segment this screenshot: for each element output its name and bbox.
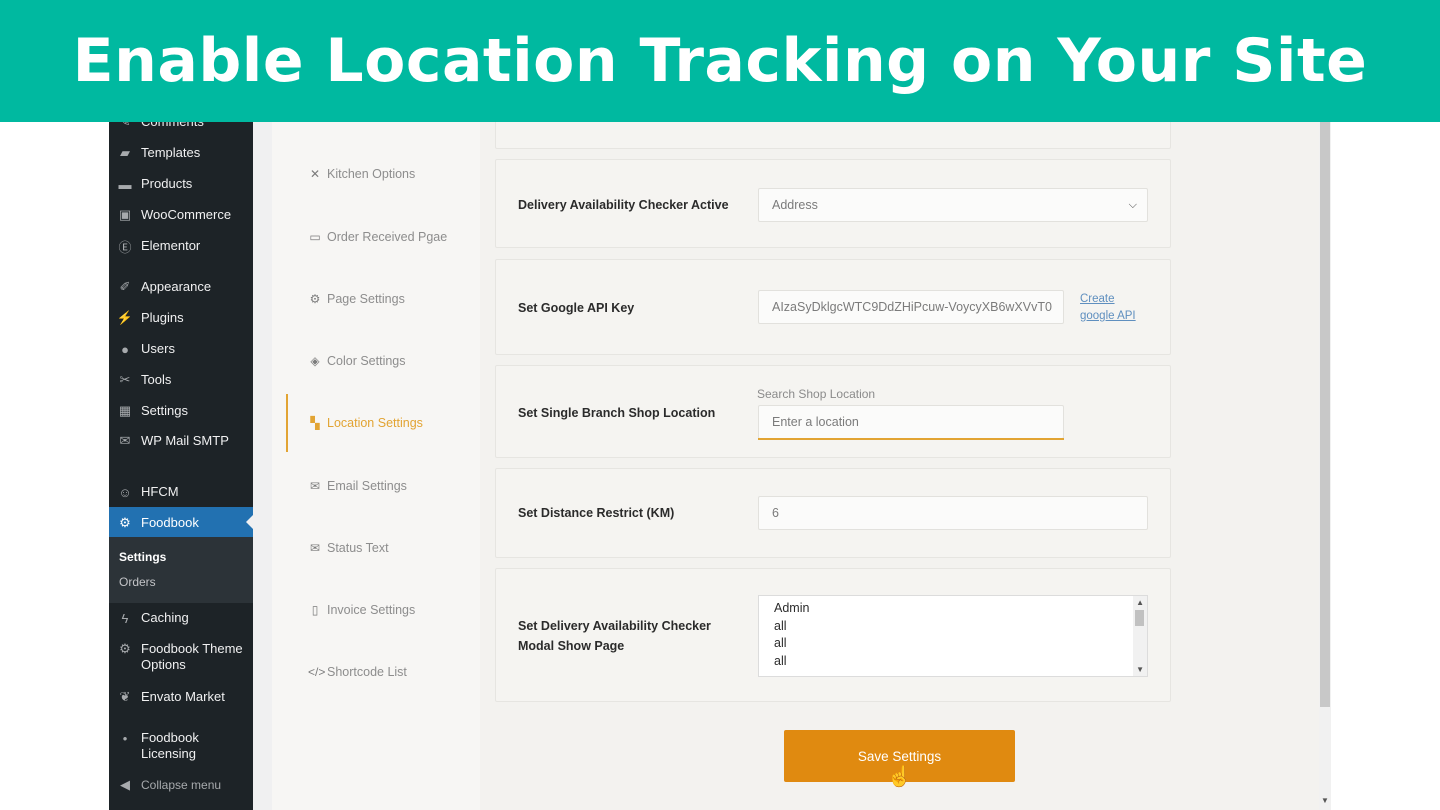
envelope-icon: ✉ — [309, 541, 321, 555]
chevron-down-icon: ⌵ — [1128, 199, 1137, 211]
distance-input[interactable]: 6 — [758, 496, 1148, 530]
user-icon: ● — [121, 341, 129, 357]
menu-item-templates[interactable]: ▰ Templates — [109, 145, 253, 161]
settings-card-previous — [495, 122, 1171, 149]
plug-icon: ⚡ — [116, 310, 134, 325]
delivery-checker-select[interactable]: Address ⌵ — [758, 188, 1148, 222]
settings-grid-icon: ▦ — [118, 403, 132, 418]
modal-page-label: Set Delivery Availability Checker Modal … — [518, 619, 711, 653]
search-shop-location-label: Search Shop Location — [757, 387, 876, 401]
comment-icon: ✎ — [117, 122, 133, 130]
menu-item-caching[interactable]: ϟ Caching — [109, 610, 253, 626]
menu-item-settings[interactable]: ▦ Settings — [109, 403, 253, 419]
menu-item-hfcm[interactable]: ☺ HFCM — [109, 484, 253, 500]
list-item[interactable]: all — [774, 618, 1147, 636]
menu-item-envato-market[interactable]: ❦ Envato Market — [109, 689, 253, 705]
menu-item-foodbook-theme-options[interactable]: ⚙ Foodbook Theme Options — [109, 641, 253, 673]
tools-icon: ✕ — [309, 167, 321, 181]
woo-icon: ▣ — [118, 207, 132, 222]
list-item[interactable]: Admin — [774, 600, 1147, 618]
menu-item-appearance[interactable]: ✐ Appearance — [109, 279, 253, 295]
lightning-icon: ϟ — [121, 610, 129, 626]
shop-location-input[interactable]: Enter a location — [758, 405, 1064, 439]
settings-panel: Delivery Availability Checker Active Add… — [480, 122, 1320, 810]
gear-icon: ⚙ — [119, 514, 131, 530]
wp-admin-sidebar: ✎ Comments ▰ Templates ▬ Products ▣ WooC… — [109, 122, 253, 810]
list-item[interactable]: all — [774, 635, 1147, 653]
nav-invoice-settings[interactable]: ▯ Invoice Settings — [308, 603, 416, 617]
wrench-icon: ✂ — [119, 372, 131, 387]
scroll-down-icon[interactable]: ▼ — [1321, 796, 1329, 805]
elementor-icon: Ⓔ — [118, 239, 132, 255]
admin-screen: ✎ Comments ▰ Templates ▬ Products ▣ WooC… — [109, 122, 1331, 810]
circle-icon: • — [122, 730, 128, 746]
menu-item-wp-mail-smtp[interactable]: ✉ WP Mail SMTP — [109, 433, 253, 449]
submenu-settings[interactable]: Settings — [119, 550, 166, 564]
menu-item-comments[interactable]: ✎ Comments — [109, 122, 253, 130]
menu-item-elementor[interactable]: Ⓔ Elementor — [109, 238, 253, 255]
folder-icon: ▰ — [120, 145, 130, 160]
google-api-label: Set Google API Key — [518, 301, 635, 315]
menu-item-users[interactable]: ● Users — [109, 341, 253, 357]
collapse-menu-button[interactable]: ◀ Collapse menu — [109, 777, 253, 793]
listbox-scrollbar[interactable]: ▲ ▼ — [1133, 596, 1147, 676]
menu-item-woocommerce[interactable]: ▣ WooCommerce — [109, 207, 253, 223]
focus-underline — [758, 438, 1064, 440]
list-item[interactable]: all — [774, 653, 1147, 671]
settings-card-delivery-checker: Delivery Availability Checker Active Add… — [495, 159, 1171, 248]
scroll-thumb[interactable] — [1135, 610, 1144, 626]
delivery-checker-label: Delivery Availability Checker Active — [518, 198, 729, 212]
nav-page-settings[interactable]: ⚙ Page Settings — [308, 292, 405, 306]
nav-order-received-page[interactable]: ▭ Order Received Pgae — [308, 230, 447, 244]
menu-item-foodbook-licensing[interactable]: • Foodbook Licensing — [109, 730, 253, 762]
nav-kitchen-options[interactable]: ✕ Kitchen Options — [308, 167, 415, 181]
brush-icon: ✐ — [119, 279, 131, 294]
page-scrollbar[interactable] — [1319, 122, 1331, 810]
scroll-down-icon: ▼ — [1136, 665, 1144, 674]
map-icon: ▚ — [310, 416, 320, 430]
nav-shortcode-list[interactable]: </> Shortcode List — [308, 665, 407, 679]
plugin-settings-nav: ✕ Kitchen Options ▭ Order Received Pgae … — [272, 122, 480, 810]
file-icon: ▯ — [311, 603, 319, 617]
gear-icon: ⚙ — [119, 641, 131, 656]
settings-card-distance: Set Distance Restrict (KM) 6 — [495, 468, 1171, 558]
paint-bucket-icon: ◈ — [310, 354, 320, 368]
settings-card-branch-location: Set Single Branch Shop Location Search S… — [495, 365, 1171, 458]
receipt-icon: ▭ — [309, 230, 321, 244]
create-google-api-link[interactable]: Create google API — [1080, 291, 1150, 325]
google-api-key-input[interactable]: AIzaSyDklgcWTC9DdZHiPcuw-VoycyXB6wXVvT0 — [758, 290, 1064, 324]
collapse-icon: ◀ — [120, 777, 130, 792]
archive-icon: ▬ — [118, 176, 132, 192]
foodbook-submenu: Settings Orders — [109, 537, 253, 603]
submenu-orders[interactable]: Orders — [119, 575, 156, 589]
nav-location-settings[interactable]: ▚ Location Settings — [308, 416, 423, 430]
gear-icon: ⚙ — [309, 292, 321, 306]
modal-page-listbox[interactable]: Admin all all all ▲ ▼ — [758, 595, 1148, 677]
nav-status-text[interactable]: ✉ Status Text — [308, 541, 389, 555]
nav-email-settings[interactable]: ✉ Email Settings — [308, 479, 407, 493]
distance-label: Set Distance Restrict (KM) — [518, 506, 675, 520]
leaf-icon: ❦ — [119, 689, 131, 704]
title-banner: Enable Location Tracking on Your Site — [0, 0, 1440, 122]
active-indicator — [286, 394, 288, 452]
scroll-up-icon: ▲ — [1136, 598, 1144, 607]
mail-icon: ✉ — [119, 433, 131, 448]
menu-item-products[interactable]: ▬ Products — [109, 176, 253, 192]
menu-item-plugins[interactable]: ⚡ Plugins — [109, 310, 253, 326]
nav-color-settings[interactable]: ◈ Color Settings — [308, 354, 405, 368]
settings-card-google-api: Set Google API Key AIzaSyDklgcWTC9DdZHiP… — [495, 259, 1171, 355]
settings-card-modal-page: Set Delivery Availability Checker Modal … — [495, 568, 1171, 702]
hand-cursor-icon: ☝ — [887, 766, 912, 788]
envelope-icon: ✉ — [309, 479, 321, 493]
banner-title: Enable Location Tracking on Your Site — [72, 26, 1368, 96]
page-scroll-thumb[interactable] — [1320, 122, 1330, 707]
menu-item-tools[interactable]: ✂ Tools — [109, 372, 253, 388]
branch-location-label: Set Single Branch Shop Location — [518, 406, 716, 420]
menu-item-foodbook[interactable]: ⚙ Foodbook — [109, 507, 253, 538]
robot-icon: ☺ — [118, 484, 132, 500]
code-icon: </> — [308, 665, 326, 679]
